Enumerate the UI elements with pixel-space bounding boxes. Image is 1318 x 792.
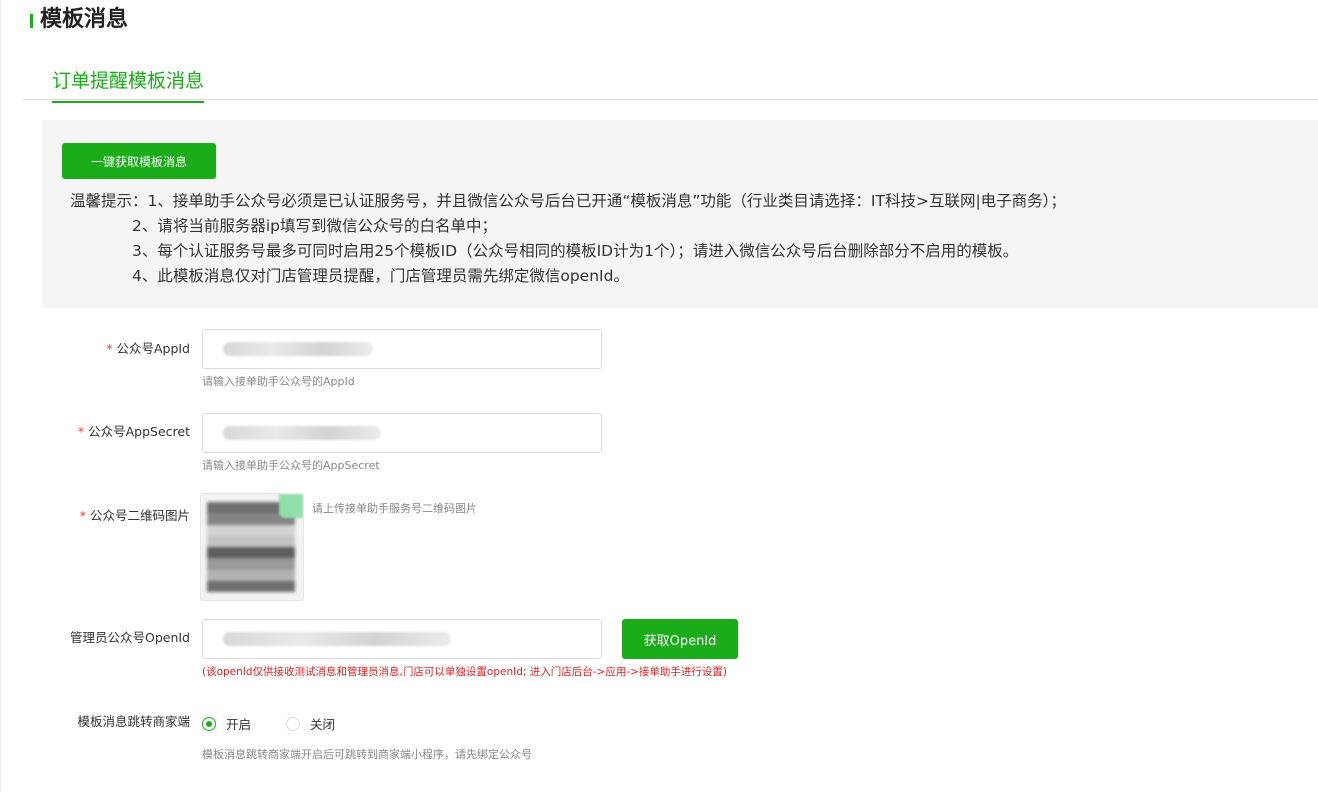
page-title: 模板消息: [40, 7, 129, 32]
radio-option-off[interactable]: 关闭: [286, 714, 335, 733]
appid-hint: 请输入接单助手公众号的AppId: [202, 375, 355, 388]
openid-note: (该openId仅供接收测试消息和管理员消息,门店可以单独设置openId; 进…: [202, 666, 728, 678]
radio-option-on[interactable]: 开启: [202, 714, 251, 733]
radio-checked-icon[interactable]: [202, 716, 216, 731]
page-left-border: [0, 0, 1, 792]
required-mark: *: [77, 424, 85, 439]
required-mark: *: [79, 508, 86, 523]
tabs-divider: [22, 99, 1318, 100]
masked-value: [223, 342, 373, 356]
qrcode-hint: 请上传接单助手服务号二维码图片: [312, 502, 477, 515]
get-openid-button[interactable]: 获取OpenId: [622, 619, 738, 659]
title-accent-bar: [30, 14, 33, 28]
tab-order-reminder[interactable]: 订单提醒模板消息: [52, 66, 205, 103]
appsecret-input[interactable]: [202, 413, 602, 453]
openid-input[interactable]: [202, 619, 602, 659]
appsecret-label: * 公众号AppSecret: [77, 424, 190, 439]
appid-input[interactable]: [202, 329, 602, 369]
notice-panel: 一键获取模板消息 温馨提示：1、接单助手公众号必须是已认证服务号，并且微信公众号…: [42, 120, 1318, 308]
radio-unchecked-icon[interactable]: [286, 716, 300, 731]
notice-tip-3: 3、每个认证服务号最多可同时启用25个模板ID（公众号相同的模板ID计为1个）；…: [132, 242, 1019, 260]
notice-tip-2: 2、请将当前服务器ip填写到微信公众号的白名单中；: [132, 217, 498, 235]
masked-value: [223, 426, 381, 440]
appid-label: * 公众号AppId: [106, 341, 190, 356]
appsecret-hint: 请输入接单助手公众号的AppSecret: [202, 459, 380, 472]
openid-label: 管理员公众号OpenId: [69, 630, 190, 645]
qrcode-upload[interactable]: [200, 493, 304, 601]
notice-tip-4: 4、此模板消息仅对门店管理员提醒，门店管理员需先绑定微信openId。: [132, 267, 629, 285]
required-mark: *: [106, 341, 113, 356]
jump-label: 模板消息跳转商家端: [77, 714, 190, 729]
jump-hint: 模板消息跳转商家端开启后可跳转到商家端小程序，请先绑定公众号: [202, 748, 532, 761]
qrcode-label: * 公众号二维码图片: [79, 508, 190, 523]
fetch-template-button[interactable]: 一键获取模板消息: [62, 143, 216, 179]
masked-value: [223, 632, 451, 646]
notice-tip-1: 温馨提示：1、接单助手公众号必须是已认证服务号，并且微信公众号后台已开通“模板消…: [70, 192, 1066, 210]
qrcode-logo: [279, 494, 303, 518]
